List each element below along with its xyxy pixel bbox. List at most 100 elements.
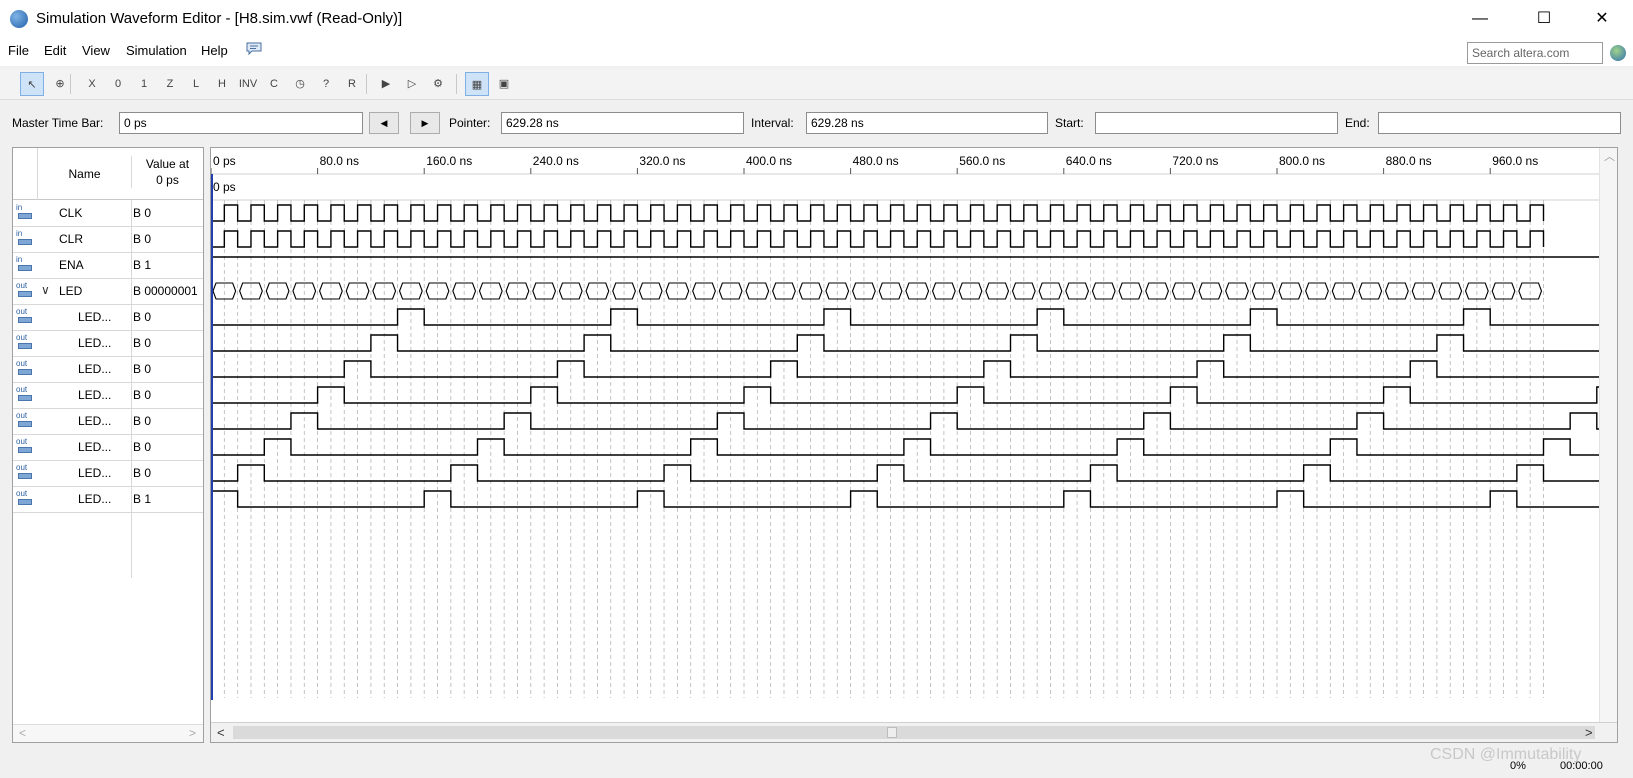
random-value-icon[interactable]: R xyxy=(340,72,364,96)
force-high-impedance-icon[interactable]: Z xyxy=(158,72,182,96)
output-pin-icon: out xyxy=(16,411,34,429)
output-pin-icon: out xyxy=(16,307,34,325)
pointer-field[interactable]: 629.28 ns xyxy=(501,112,744,134)
signal-name: LED... xyxy=(78,310,112,324)
menu-file[interactable]: File xyxy=(8,43,29,58)
select-tool-icon[interactable]: ↖ xyxy=(20,72,44,96)
output-pin-icon: out xyxy=(16,359,34,377)
pin-direction-text: out xyxy=(16,489,28,498)
globe-icon[interactable] xyxy=(1610,45,1626,61)
menu-bar: File Edit View Simulation Help xyxy=(0,38,1633,66)
menu-edit[interactable]: Edit xyxy=(44,43,66,58)
toolbar-separator xyxy=(70,74,71,94)
signal-row[interactable]: out LED... B 0 xyxy=(13,460,203,487)
ruler-label: 320.0 ns xyxy=(639,154,685,168)
pin-direction-text: in xyxy=(16,255,23,264)
close-button[interactable]: ✕ xyxy=(1574,0,1630,38)
force-weak-high-icon[interactable]: H xyxy=(210,72,234,96)
signal-value: B 0 xyxy=(133,310,152,324)
master-time-bar-field[interactable]: 0 ps xyxy=(119,112,363,134)
signal-row[interactable]: out LED... B 0 xyxy=(13,330,203,357)
signal-row[interactable]: out ∨ LED B 00000001 xyxy=(13,278,203,305)
input-pin-icon: in xyxy=(16,229,34,247)
scroll-grip[interactable] xyxy=(887,727,897,738)
force-low-icon[interactable]: 0 xyxy=(106,72,130,96)
signal-row[interactable]: in CLR B 0 xyxy=(13,226,203,253)
pin-bar xyxy=(18,317,32,323)
search-placeholder: Search altera.com xyxy=(1472,46,1570,60)
pin-direction-text: out xyxy=(16,333,28,342)
search-input[interactable]: Search altera.com xyxy=(1467,42,1603,64)
signal-row[interactable]: out LED... B 0 xyxy=(13,304,203,331)
interval-field[interactable]: 629.28 ns xyxy=(806,112,1048,134)
signal-row[interactable]: out LED... B 0 xyxy=(13,356,203,383)
output-pin-icon: out xyxy=(16,333,34,351)
ruler-label: 800.0 ns xyxy=(1279,154,1325,168)
maximize-button[interactable]: ☐ xyxy=(1516,0,1572,38)
waveform-hscrollbar[interactable]: < > xyxy=(211,722,1617,742)
ruler-label: 480.0 ns xyxy=(853,154,899,168)
start-field[interactable] xyxy=(1095,112,1338,134)
watermark: CSDN @Immutability xyxy=(1430,746,1582,763)
output-pin-icon: out xyxy=(16,489,34,507)
waveform-canvas[interactable]: 0 ps 80.0 ns 160.0 ns 240.0 ns 320.0 ns 400.0… xyxy=(211,148,1599,722)
pin-bar xyxy=(18,265,32,271)
force-weak-low-icon[interactable]: L xyxy=(184,72,208,96)
scroll-right-icon[interactable]: > xyxy=(1585,725,1593,740)
zoom-tool-icon[interactable]: ⊕ xyxy=(48,72,72,96)
scroll-up-icon[interactable]: ︿ xyxy=(1604,148,1615,164)
ruler-label: 880.0 ns xyxy=(1386,154,1432,168)
waveform-vscrollbar[interactable]: ︿ xyxy=(1599,148,1617,722)
invert-icon[interactable]: INV xyxy=(236,72,260,96)
next-transition-button[interactable]: ▶ xyxy=(410,112,440,134)
signal-list-hscrollbar[interactable]: < > xyxy=(13,724,203,742)
signal-row[interactable]: in CLK B 0 xyxy=(13,200,203,227)
expand-chevron-icon[interactable]: ∨ xyxy=(41,283,50,297)
signal-row[interactable]: in ENA B 1 xyxy=(13,252,203,279)
signal-name: LED... xyxy=(78,388,112,402)
name-column-header[interactable]: Name xyxy=(37,148,131,200)
arbitrary-value-icon[interactable]: ? xyxy=(314,72,338,96)
toolbar-separator xyxy=(456,74,457,94)
grid-snap-icon[interactable]: ▦ xyxy=(465,72,489,96)
overwrite-clock-icon[interactable]: ◷ xyxy=(288,72,312,96)
signal-value: B 0 xyxy=(133,388,152,402)
signal-row[interactable]: out LED... B 0 xyxy=(13,408,203,435)
pin-bar xyxy=(18,395,32,401)
value-column-header[interactable]: Value at 0 ps xyxy=(131,156,203,188)
scroll-left-icon[interactable]: < xyxy=(19,726,26,740)
signal-name: LED... xyxy=(78,492,112,506)
comment-icon[interactable] xyxy=(246,42,262,56)
led-bit-waveform xyxy=(211,490,1599,508)
run-timing-simulation-icon[interactable]: ▷ xyxy=(400,72,424,96)
signal-name: CLK xyxy=(59,206,83,220)
run-functional-simulation-icon[interactable]: ▶ xyxy=(374,72,398,96)
previous-transition-button[interactable]: ◀ xyxy=(369,112,399,134)
window-title: Simulation Waveform Editor - [H8.sim.vwf… xyxy=(36,10,403,27)
waveform-panel[interactable]: 0 ps 80.0 ns 160.0 ns 240.0 ns 320.0 ns 400.0… xyxy=(210,147,1618,743)
signal-row[interactable]: out LED... B 0 xyxy=(13,434,203,461)
force-unknown-icon[interactable]: X xyxy=(80,72,104,96)
pin-bar xyxy=(18,369,32,375)
ruler-label: 80.0 ns xyxy=(320,154,359,168)
force-high-icon[interactable]: 1 xyxy=(132,72,156,96)
end-field[interactable] xyxy=(1378,112,1621,134)
ruler-label: 720.0 ns xyxy=(1172,154,1218,168)
group-icon[interactable]: ▣ xyxy=(492,72,516,96)
scroll-left-icon[interactable]: < xyxy=(217,725,225,740)
menu-help[interactable]: Help xyxy=(201,43,228,58)
title-bar: Simulation Waveform Editor - [H8.sim.vwf… xyxy=(0,0,1633,38)
scroll-right-icon[interactable]: > xyxy=(189,726,196,740)
signal-row[interactable]: out LED... B 1 xyxy=(13,486,203,513)
signal-row[interactable]: out LED... B 0 xyxy=(13,382,203,409)
ruler-label: 0 ps xyxy=(213,154,236,168)
pin-direction-text: out xyxy=(16,307,28,316)
minimize-button[interactable]: — xyxy=(1452,0,1508,38)
output-pin-icon: out xyxy=(16,385,34,403)
generate-netlist-icon[interactable]: ⚙ xyxy=(426,72,450,96)
clk-waveform xyxy=(211,204,1545,222)
menu-view[interactable]: View xyxy=(82,43,110,58)
menu-simulation[interactable]: Simulation xyxy=(126,43,187,58)
count-value-icon[interactable]: C xyxy=(262,72,286,96)
scroll-thumb[interactable] xyxy=(233,726,1595,739)
